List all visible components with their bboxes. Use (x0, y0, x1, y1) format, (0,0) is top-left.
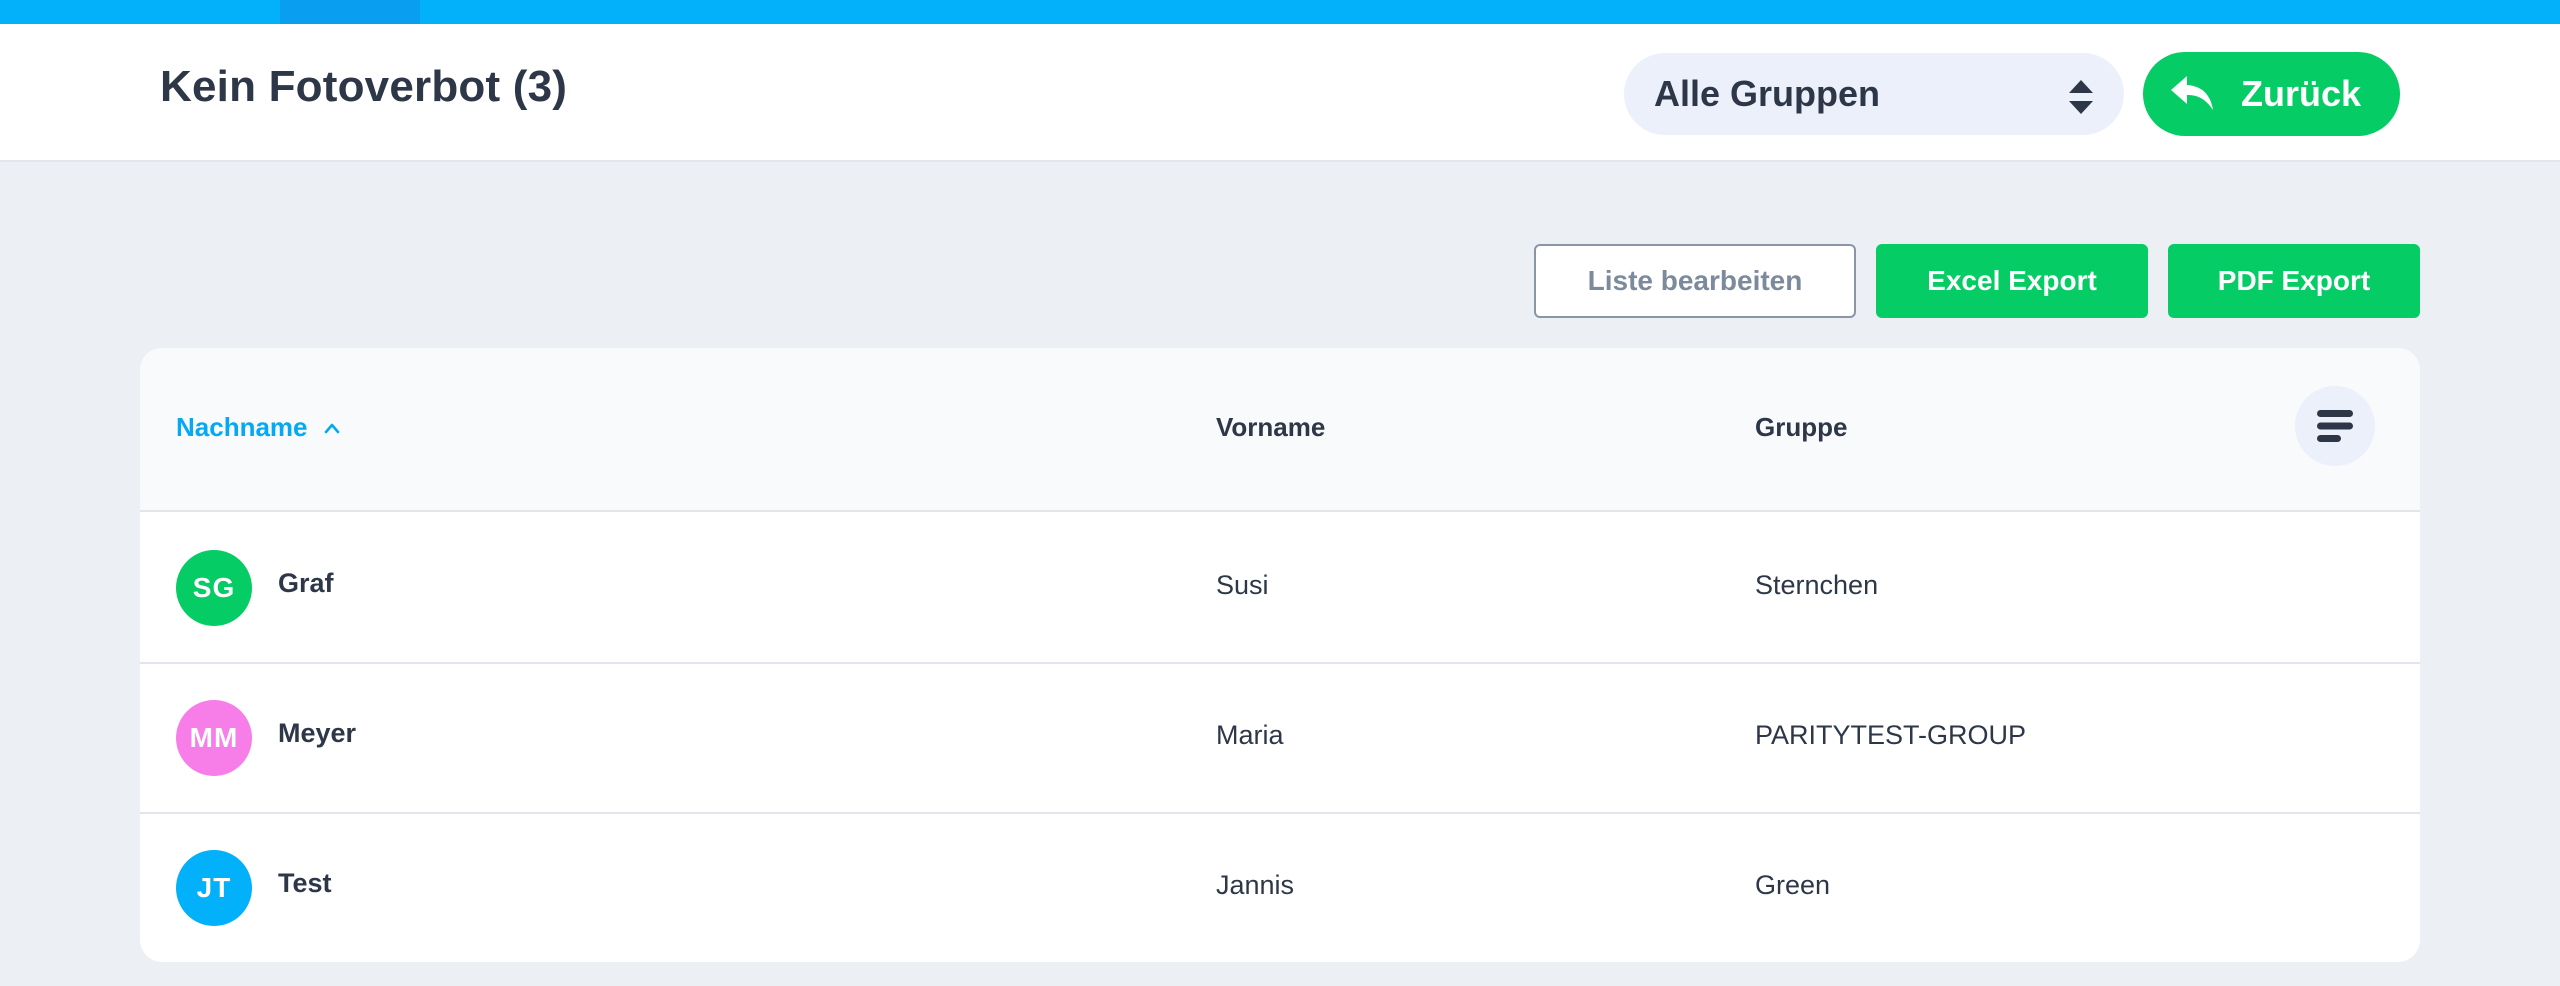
column-header-group[interactable]: Gruppe (1755, 412, 1847, 443)
children-table: Nachname Vorname Gruppe SG Graf Susi Ste… (140, 348, 2420, 962)
cell-group: PARITYTEST-GROUP (1755, 720, 2027, 750)
column-header-lastname[interactable]: Nachname (176, 412, 340, 443)
back-button-label: Zurück (2241, 73, 2362, 114)
column-header-firstname[interactable]: Vorname (1216, 412, 1325, 443)
table-header: Nachname Vorname Gruppe (140, 348, 2420, 512)
cell-group: Sternchen (1755, 570, 1879, 600)
back-button[interactable]: Zurück (2143, 52, 2400, 136)
cell-lastname: Test (278, 868, 332, 898)
page-title: Kein Fotoverbot (3) (160, 62, 568, 111)
cell-firstname: Jannis (1216, 870, 1295, 900)
table-row[interactable]: SG Graf Susi Sternchen (140, 514, 2420, 664)
cell-group: Green (1755, 870, 1831, 900)
avatar: SG (176, 550, 252, 626)
top-bar-active-segment (280, 0, 420, 24)
group-select[interactable]: Alle Gruppen (1624, 53, 2124, 135)
table-row[interactable]: JT Test Jannis Green (140, 814, 2420, 962)
edit-list-button[interactable]: Liste bearbeiten (1534, 244, 1856, 318)
group-select-value: Alle Gruppen (1654, 73, 1881, 114)
column-menu-button[interactable] (2295, 386, 2375, 466)
table-row[interactable]: MM Meyer Maria PARITYTEST-GROUP (140, 664, 2420, 814)
chevron-up-icon (324, 423, 339, 433)
pdf-export-button[interactable]: PDF Export (2168, 244, 2420, 318)
avatar: JT (176, 850, 252, 926)
reply-arrow-icon (2171, 76, 2213, 110)
cell-lastname: Meyer (278, 718, 357, 748)
top-bar (0, 0, 2560, 24)
page-header: Kein Fotoverbot (3) Alle Gruppen Zurück (0, 24, 2560, 162)
cell-firstname: Susi (1216, 570, 1269, 600)
excel-export-button[interactable]: Excel Export (1876, 244, 2148, 318)
avatar: MM (176, 700, 252, 776)
menu-lines-icon (2317, 410, 2353, 442)
column-header-lastname-label: Nachname (176, 412, 308, 442)
cell-firstname: Maria (1216, 720, 1284, 750)
cell-lastname: Graf (278, 568, 334, 598)
sort-updown-icon (2069, 80, 2093, 114)
